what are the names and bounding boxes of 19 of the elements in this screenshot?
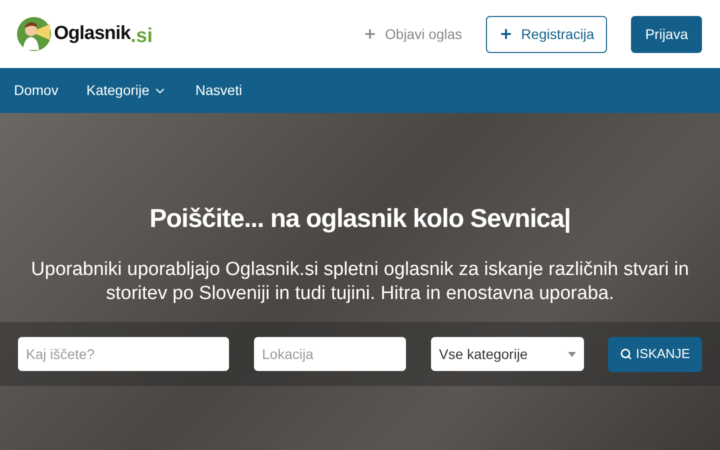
search-icon	[620, 348, 632, 360]
logo-domain: .si	[130, 24, 153, 49]
search-field[interactable]: Kaj iščete?	[18, 337, 229, 371]
search-button[interactable]: ISKANJE	[608, 336, 702, 372]
post-ad-link[interactable]: Objavi oglas	[363, 24, 462, 44]
hero-subtitle: Uporabniki uporabljajo Oglasnik.si spletni oglasnik za iskanje različnih stvari in storitev po Sloveniji in tudi tujini. Hitra in enostavna uporaba.	[30, 258, 690, 306]
login-button[interactable]: Prijava	[631, 16, 702, 52]
register-button[interactable]: Registracija	[486, 16, 608, 52]
nav-link[interactable]: Kategorije	[86, 80, 168, 101]
dropdown-arrow-icon	[568, 352, 576, 356]
logo-text[interactable]: Oglasnik	[54, 20, 130, 48]
hero-title: Poiščite... na oglasnik kolo Sevnica|	[149, 202, 571, 235]
nav-link[interactable]: Domov	[14, 80, 58, 101]
location-field[interactable]: Lokacija	[254, 337, 406, 371]
nav-link[interactable]: Nasveti	[195, 80, 242, 101]
category-dropdown[interactable]: Vse kategorije	[431, 337, 584, 371]
logo-mascot-icon	[16, 16, 52, 52]
plus-icon	[499, 27, 514, 41]
plus-icon	[363, 27, 378, 41]
